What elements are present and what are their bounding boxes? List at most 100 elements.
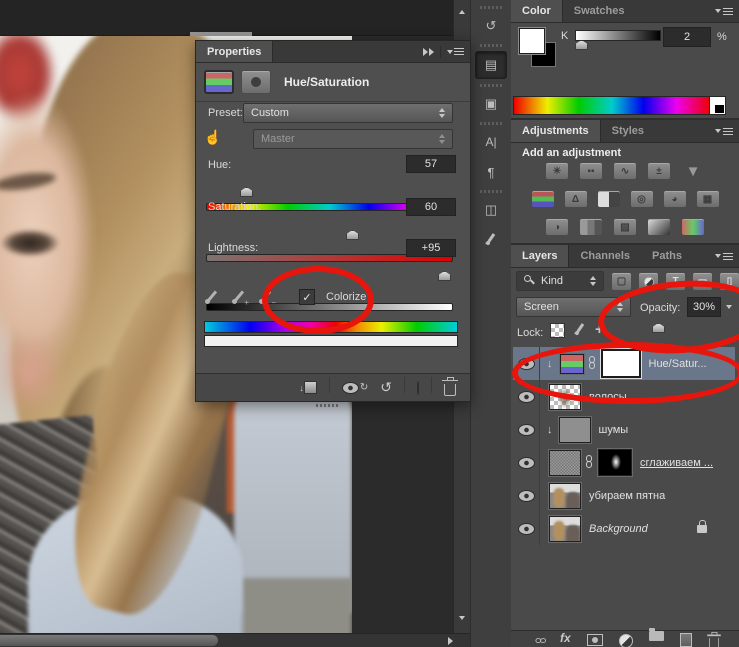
new-group-button[interactable] [648,628,664,641]
color-panel-menu-button[interactable] [715,0,739,22]
brush-presets-panel-icon[interactable] [476,227,506,253]
k-value-field[interactable]: 2 [663,27,711,47]
paragraph-panel-icon[interactable]: ¶ [476,159,506,185]
eyedropper-add-icon[interactable]: + [231,289,249,307]
layer-thumbnail[interactable] [557,415,592,444]
k-channel-slider[interactable] [575,30,661,41]
layer-row-volosy[interactable]: волосы [513,380,735,414]
adjustments-panel-menu-button[interactable] [715,120,739,142]
layer-name[interactable]: сглаживаем ... [640,457,713,469]
invert-icon[interactable]: ◑ [545,218,569,236]
lock-transparency-icon[interactable] [550,323,565,338]
filter-shape-layers-icon[interactable]: ▭ [692,272,713,291]
layer-effects-button[interactable]: fx [560,631,571,645]
delete-adjustment-button[interactable] [441,376,458,396]
opacity-dropdown-arrow[interactable] [726,305,732,309]
opacity-value-dropdown[interactable]: 30% [687,297,721,317]
layers-panel-menu-button[interactable] [715,245,739,267]
scroll-up-arrow[interactable] [459,10,465,14]
blend-mode-dropdown[interactable]: Screen [516,297,631,317]
scroll-down-arrow[interactable] [459,616,465,620]
filter-type-layers-icon[interactable]: T [665,272,686,291]
filter-smart-objects-icon[interactable]: ▯ [719,272,739,291]
lightness-slider-thumb[interactable] [438,271,451,281]
filter-pixel-layers-icon[interactable]: ▢ [611,272,632,291]
layer-name[interactable]: шумы [599,424,629,436]
layer-name[interactable]: убираем пятна [589,490,665,502]
toggle-visibility-button[interactable] [417,380,419,395]
channel-dropdown[interactable]: Master [253,129,453,149]
layer-thumbnail[interactable] [548,481,582,510]
color-balance-icon[interactable]: Δ [563,190,588,208]
character-panel-icon[interactable]: A| [476,129,506,155]
properties-collapse-button[interactable] [423,41,470,62]
add-layer-mask-button[interactable] [586,634,603,646]
saturation-value-field[interactable]: 60 [406,198,456,216]
tab-paths[interactable]: Paths [641,245,693,267]
layer-row-shumy[interactable]: ↓ шумы [513,413,735,447]
photo-filter-icon[interactable]: ◎ [629,190,654,208]
tab-layers[interactable]: Layers [511,245,570,267]
vibrance-icon[interactable]: ▼ [681,162,705,180]
tab-styles[interactable]: Styles [601,120,655,142]
tab-properties[interactable]: Properties [196,41,274,62]
spectrum-black-swatch[interactable] [715,105,724,113]
black-white-icon[interactable] [596,190,621,208]
color-lookup-icon[interactable]: ▦ [695,190,720,208]
layer-thumbnail[interactable] [548,448,582,477]
hue-value-field[interactable]: 57 [406,155,456,173]
scroll-right-arrow[interactable] [448,637,453,645]
targeted-adjustment-tool[interactable]: ☝ [204,129,226,149]
mask-link-icon[interactable] [588,355,597,372]
opacity-slider-thumb[interactable] [652,323,665,333]
mask-link-icon[interactable] [585,454,594,471]
layer-visibility-cell[interactable] [513,446,540,479]
tab-channels[interactable]: Channels [569,245,641,267]
delete-layer-button[interactable] [706,631,721,647]
hue-saturation-badge-icon[interactable] [204,70,234,94]
color-spectrum-ramp[interactable] [513,96,711,115]
canvas-horizontal-scrollbar[interactable] [0,633,470,647]
new-layer-button[interactable] [679,633,692,647]
layer-mask-thumbnail[interactable] [597,448,633,477]
layer-row-ubiraem-pyatna[interactable]: убираем пятна [513,479,735,513]
threshold-icon[interactable]: ▨ [613,218,637,236]
layer-visibility-cell[interactable] [513,413,540,446]
gradient-map-icon[interactable] [647,218,671,236]
new-adjustment-layer-button[interactable] [618,634,633,647]
layer-row-hue-saturation[interactable]: ↓ Hue/Satur... [513,347,735,381]
foreground-color-swatch[interactable] [518,27,546,55]
layer-visibility-cell[interactable] [513,512,540,545]
layer-name[interactable]: Hue/Satur... [649,358,707,370]
channel-mixer-icon[interactable]: ◕ [662,190,687,208]
tab-color[interactable]: Color [511,0,563,22]
properties-resize-grip[interactable] [316,404,338,407]
reset-button[interactable]: ↺ [380,379,392,396]
selective-color-icon[interactable] [681,218,705,236]
eyedropper-subtract-icon[interactable]: − [258,289,276,307]
exposure-icon[interactable]: ± [647,162,671,180]
hue-slider-thumb[interactable] [240,187,253,197]
hue-saturation-icon[interactable] [530,190,555,208]
link-layers-button[interactable] [533,637,546,644]
layer-visibility-cell[interactable] [513,347,540,380]
layer-row-sglazhivaem[interactable]: сглаживаем ... [513,446,735,480]
layer-mask-thumbnail[interactable] [599,348,642,379]
layer-name[interactable]: волосы [589,391,627,403]
k-slider-thumb[interactable] [575,40,588,50]
layer-visibility-cell[interactable] [513,479,540,512]
view-previous-state-button[interactable]: ↻ [341,381,368,394]
lightness-value-field[interactable]: +95 [406,239,456,257]
preset-dropdown[interactable]: Custom [243,103,453,123]
clip-to-layer-button[interactable]: ↓ [299,381,317,394]
layer-row-background[interactable]: Background [513,512,735,546]
lock-move-icon[interactable]: + [595,321,604,338]
brightness-contrast-icon[interactable]: ☀ [545,162,569,180]
colorize-checkbox[interactable]: ✓ [299,289,315,305]
filter-adjustment-layers-icon[interactable] [638,272,659,291]
tab-swatches[interactable]: Swatches [563,0,636,22]
eyedropper-icon[interactable] [204,289,220,305]
saturation-slider-thumb[interactable] [346,230,359,240]
properties-panel-icon[interactable]: ▤ [475,51,507,79]
scrollbar-thumb[interactable] [0,635,218,646]
